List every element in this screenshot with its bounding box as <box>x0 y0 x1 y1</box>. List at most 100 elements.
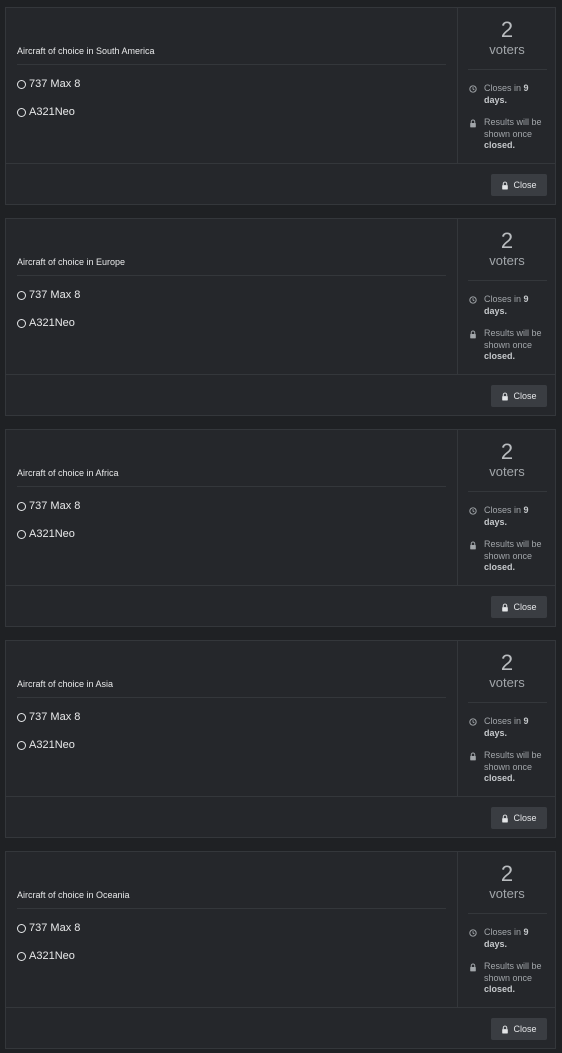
close-button-label: Close <box>513 813 537 823</box>
radio-button[interactable] <box>17 79 26 89</box>
lock-icon <box>502 392 509 400</box>
radio-button[interactable] <box>17 290 26 300</box>
poll-option[interactable]: 737 Max 8 <box>17 500 80 512</box>
results-prefix: Results will be shown once <box>484 117 542 139</box>
poll-option-label: A321Neo <box>29 739 75 751</box>
poll-option-label: A321Neo <box>29 950 75 962</box>
poll-footer: Close <box>6 796 555 837</box>
poll-body: Aircraft of choice in Africa 737 Max 8 A… <box>6 430 457 585</box>
sidebar-divider <box>468 280 547 281</box>
voters-label: voters <box>489 675 525 690</box>
radio-button[interactable] <box>17 529 26 539</box>
poll-body: Aircraft of choice in Oceania 737 Max 8 … <box>6 852 457 1007</box>
results-prefix: Results will be shown once <box>484 539 542 561</box>
lock-icon <box>470 752 476 761</box>
radio-button[interactable] <box>17 712 26 722</box>
voters-label: voters <box>489 42 525 57</box>
closes-prefix: Closes in <box>484 83 524 93</box>
poll-option[interactable]: A321Neo <box>17 739 75 751</box>
poll-footer: Close <box>6 163 555 204</box>
voters-count: 2 <box>500 439 514 464</box>
poll-list: Aircraft of choice in South America 737 … <box>0 0 562 1053</box>
closes-text: Closes in 9 days. <box>484 83 554 106</box>
sidebar-divider <box>468 491 547 492</box>
poll-option[interactable]: A321Neo <box>17 317 75 329</box>
radio-button[interactable] <box>17 107 26 117</box>
results-text: Results will be shown once closed. <box>484 539 554 574</box>
lock-icon <box>502 181 509 189</box>
poll-option-label: A321Neo <box>29 317 75 329</box>
poll-option[interactable]: 737 Max 8 <box>17 289 80 301</box>
poll-sidebar: 2 voters Closes in 9 days. Results will … <box>457 641 556 796</box>
voters-count: 2 <box>500 17 514 42</box>
radio-button[interactable] <box>17 318 26 328</box>
close-poll-button[interactable]: Close <box>491 596 547 618</box>
poll-sidebar: 2 voters Closes in 9 days. Results will … <box>457 219 556 374</box>
lock-icon <box>502 814 509 822</box>
poll-footer: Close <box>6 374 555 415</box>
poll-option[interactable]: A321Neo <box>17 950 75 962</box>
lock-icon <box>470 541 476 550</box>
closes-prefix: Closes in <box>484 716 524 726</box>
clock-icon <box>469 929 477 937</box>
close-button-label: Close <box>513 391 537 401</box>
poll-footer: Close <box>6 1007 555 1048</box>
poll-footer: Close <box>6 585 555 626</box>
sidebar-divider <box>468 702 547 703</box>
results-text: Results will be shown once closed. <box>484 750 554 785</box>
results-text: Results will be shown once closed. <box>484 328 554 363</box>
poll-option-label: 737 Max 8 <box>29 711 81 723</box>
radio-button[interactable] <box>17 951 26 961</box>
lock-icon <box>502 603 509 611</box>
poll-card: Aircraft of choice in Asia 737 Max 8 A32… <box>5 640 556 838</box>
results-prefix: Results will be shown once <box>484 750 542 772</box>
poll-card: Aircraft of choice in Africa 737 Max 8 A… <box>5 429 556 627</box>
closes-info: Closes in 9 days. <box>469 716 554 739</box>
poll-question: Aircraft of choice in Oceania <box>17 890 130 900</box>
poll-body: Aircraft of choice in South America 737 … <box>6 8 457 163</box>
results-prefix: Results will be shown once <box>484 328 542 350</box>
poll-option[interactable]: A321Neo <box>17 106 75 118</box>
closes-info: Closes in 9 days. <box>469 294 554 317</box>
close-poll-button[interactable]: Close <box>491 1018 547 1040</box>
closes-info: Closes in 9 days. <box>469 83 554 106</box>
close-poll-button[interactable]: Close <box>491 174 547 196</box>
results-info: Results will be shown once closed. <box>469 328 554 363</box>
results-status: closed. <box>484 351 516 361</box>
poll-option[interactable]: 737 Max 8 <box>17 922 80 934</box>
poll-sidebar: 2 voters Closes in 9 days. Results will … <box>457 852 556 1007</box>
closes-text: Closes in 9 days. <box>484 505 554 528</box>
results-status: closed. <box>484 140 516 150</box>
voters-count: 2 <box>500 228 514 253</box>
closes-prefix: Closes in <box>484 927 524 937</box>
poll-option-label: A321Neo <box>29 106 75 118</box>
radio-button[interactable] <box>17 740 26 750</box>
question-divider <box>17 908 446 909</box>
clock-icon <box>469 507 477 515</box>
poll-body: Aircraft of choice in Asia 737 Max 8 A32… <box>6 641 457 796</box>
poll-card: Aircraft of choice in Oceania 737 Max 8 … <box>5 851 556 1049</box>
poll-sidebar: 2 voters Closes in 9 days. Results will … <box>457 430 556 585</box>
clock-icon <box>469 85 477 93</box>
poll-option[interactable]: 737 Max 8 <box>17 711 80 723</box>
results-text: Results will be shown once closed. <box>484 961 554 996</box>
clock-icon <box>469 296 477 304</box>
poll-option[interactable]: 737 Max 8 <box>17 78 80 90</box>
radio-button[interactable] <box>17 501 26 511</box>
poll-question: Aircraft of choice in Europe <box>17 257 126 267</box>
lock-icon <box>470 963 476 972</box>
voters-label: voters <box>489 886 525 901</box>
poll-question: Aircraft of choice in South America <box>17 46 155 56</box>
close-poll-button[interactable]: Close <box>491 807 547 829</box>
poll-card: Aircraft of choice in South America 737 … <box>5 7 556 205</box>
poll-body: Aircraft of choice in Europe 737 Max 8 A… <box>6 219 457 374</box>
close-poll-button[interactable]: Close <box>491 385 547 407</box>
radio-button[interactable] <box>17 923 26 933</box>
lock-icon <box>502 1025 509 1033</box>
closes-info: Closes in 9 days. <box>469 927 554 950</box>
poll-option[interactable]: A321Neo <box>17 528 75 540</box>
question-divider <box>17 486 446 487</box>
closes-text: Closes in 9 days. <box>484 927 554 950</box>
poll-sidebar: 2 voters Closes in 9 days. Results will … <box>457 8 556 163</box>
results-info: Results will be shown once closed. <box>469 539 554 574</box>
